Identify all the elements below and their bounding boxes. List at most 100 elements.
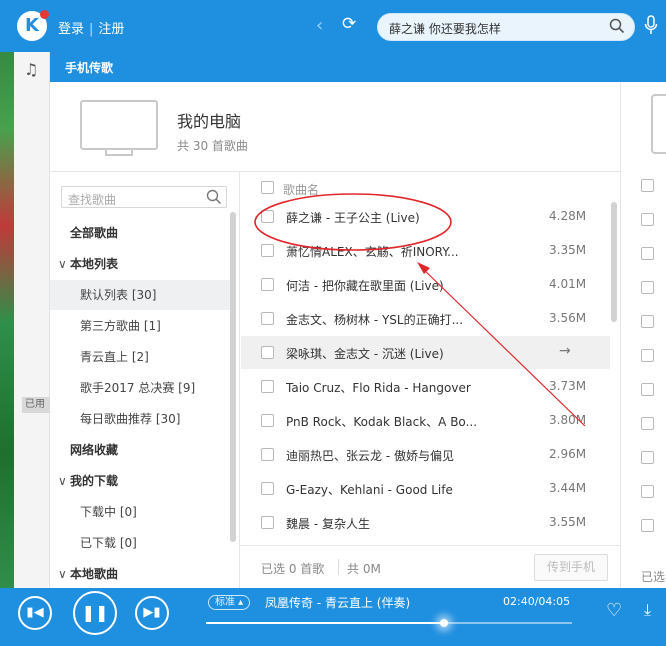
sidebar-item[interactable]: 青云直上 [2] xyxy=(50,342,230,372)
notification-dot xyxy=(40,10,49,19)
favorite-heart-icon[interactable]: ♡ xyxy=(606,600,622,621)
song-size: 4.01M xyxy=(549,277,587,291)
song-title: PnB Rock、Kodak Black、A Bo... xyxy=(286,415,478,429)
music-note-icon[interactable]: ♫ xyxy=(24,60,38,79)
song-checkbox[interactable] xyxy=(261,516,274,529)
playlist-sidebar: 查找歌曲 全部歌曲 ∨ 本地列表默认列表 [30] 第三方歌曲 [1] 青云直上 [2]… xyxy=(50,172,240,588)
sidebar-item[interactable]: 网络收藏 xyxy=(50,435,230,465)
song-row[interactable]: PnB Rock、Kodak Black、A Bo... 3.80M xyxy=(241,404,610,437)
chevron-down-icon[interactable]: ∨ xyxy=(58,249,70,279)
sidebar-scrollbar[interactable] xyxy=(230,212,236,542)
song-title: G-Eazy、Kehlani - Good Life xyxy=(286,483,453,497)
song-checkbox[interactable] xyxy=(261,448,274,461)
search-input[interactable]: 薛之谦 你还要我怎样 xyxy=(389,20,501,37)
register-link[interactable]: 注册 xyxy=(98,22,124,37)
song-list-footer: 已选 0 首歌 共 0M 传到手机 xyxy=(241,545,620,588)
sidebar-item-label: 已下载 [0] xyxy=(80,536,137,550)
progress-knob[interactable] xyxy=(439,619,448,627)
song-list: 歌曲名 薛之谦 - 王子公主 (Live) 4.28M 萧忆情ALEX、玄觞、祈IN… xyxy=(241,172,620,588)
sidebar-item-label: 全部歌曲 xyxy=(70,226,119,240)
title-bar: K 登录 | 注册 ‹ ⟳ 薛之谦 你还要我怎样 xyxy=(0,0,666,52)
song-checkbox[interactable] xyxy=(261,210,274,223)
sidebar-item[interactable]: ∨ 本地列表 xyxy=(50,249,230,279)
phone-song-checkbox[interactable] xyxy=(641,247,654,260)
phone-song-checkbox[interactable] xyxy=(641,383,654,396)
song-row[interactable]: 魏晨 - 复杂人生 3.55M xyxy=(241,506,610,539)
phone-song-checkbox[interactable] xyxy=(641,451,654,464)
song-row[interactable]: 迪丽热巴、张云龙 - 傲娇与偏见 2.96M xyxy=(241,438,610,471)
phone-song-checkbox[interactable] xyxy=(641,417,654,430)
sidebar-item-label: 歌手2017 总决赛 [9] xyxy=(80,381,196,395)
phone-song-checkbox[interactable] xyxy=(641,485,654,498)
separator xyxy=(338,559,339,575)
quality-selector[interactable]: 标准 ▴ xyxy=(208,595,251,610)
sidebar-item-label: 第三方歌曲 [1] xyxy=(80,319,161,333)
chevron-down-icon[interactable]: ∨ xyxy=(58,559,70,589)
song-checkbox[interactable] xyxy=(261,244,274,257)
sidebar-item-label: 默认列表 [30] xyxy=(80,288,157,302)
song-row[interactable]: 何洁 - 把你藏在歌里面 (Live) 4.01M xyxy=(241,268,610,301)
phone-song-checkbox[interactable] xyxy=(641,519,654,532)
sidebar-item[interactable]: 默认列表 [30] xyxy=(50,280,230,310)
song-row[interactable]: G-Eazy、Kehlani - Good Life 3.44M xyxy=(241,472,610,505)
song-checkbox[interactable] xyxy=(261,312,274,325)
total-size: 共 0M xyxy=(347,562,381,576)
sidebar-item[interactable]: 第三方歌曲 [1] xyxy=(50,311,230,341)
sidebar-item[interactable]: 每日歌曲推荐 [30] xyxy=(50,404,230,434)
song-checkbox[interactable] xyxy=(261,278,274,291)
back-arrow-icon[interactable]: ‹ xyxy=(316,15,323,36)
chevron-down-icon[interactable]: ∨ xyxy=(58,466,70,496)
song-checkbox[interactable] xyxy=(261,346,274,359)
sidebar-item-label: 网络收藏 xyxy=(70,443,119,457)
player-bar: ▮◀ ❚❚ ▶▮ 标准 ▴ 凤凰传奇 - 青云直上 (伴奏) 02:40/04:… xyxy=(0,588,666,646)
phone-song-checkbox[interactable] xyxy=(641,281,654,294)
song-size: 2.96M xyxy=(549,447,587,461)
song-checkbox[interactable] xyxy=(261,414,274,427)
phone-song-checkbox[interactable] xyxy=(641,315,654,328)
phone-song-checkbox[interactable] xyxy=(641,179,654,192)
sidebar-item[interactable]: ∨ 我的下载 xyxy=(50,466,230,496)
sidebar-item[interactable]: 歌手2017 总决赛 [9] xyxy=(50,373,230,403)
song-size: 3.44M xyxy=(549,481,587,495)
song-title: 迪丽热巴、张云龙 - 傲娇与偏见 xyxy=(286,449,454,463)
now-playing-title: 凤凰传奇 - 青云直上 (伴奏) xyxy=(265,596,411,610)
song-checkbox[interactable] xyxy=(261,482,274,495)
used-badge: 已用 xyxy=(22,397,50,413)
song-row[interactable]: Taio Cruz、Flo Rida - Hangover 3.73M xyxy=(241,370,610,403)
song-title: 何洁 - 把你藏在歌里面 (Live) xyxy=(286,279,444,293)
progress-track[interactable] xyxy=(206,619,572,627)
panel-title: 手机传歌 xyxy=(65,61,114,75)
refresh-icon[interactable]: ⟳ xyxy=(342,14,356,34)
pause-button[interactable]: ❚❚ xyxy=(73,591,117,635)
song-checkbox[interactable] xyxy=(261,380,274,393)
search-icon[interactable] xyxy=(206,189,222,205)
song-list-scrollbar[interactable] xyxy=(611,202,617,322)
song-size: 3.55M xyxy=(549,515,587,529)
sidebar-item[interactable]: 已下载 [0] xyxy=(50,528,230,558)
download-icon[interactable]: ⤓ xyxy=(644,600,651,620)
previous-track-button[interactable]: ▮◀ xyxy=(18,596,52,630)
song-row[interactable]: 薛之谦 - 王子公主 (Live) 4.28M xyxy=(241,200,610,233)
search-box[interactable]: 薛之谦 你还要我怎样 xyxy=(377,13,635,41)
login-link[interactable]: 登录 xyxy=(58,22,84,37)
select-all-checkbox[interactable] xyxy=(261,181,274,194)
song-row[interactable]: 萧忆情ALEX、玄觞、祈INORY... 3.35M xyxy=(241,234,610,267)
phone-song-checkbox[interactable] xyxy=(641,349,654,362)
phone-column-partial: 已选 xyxy=(620,82,666,588)
song-search-field[interactable]: 查找歌曲 xyxy=(61,186,227,208)
next-track-button[interactable]: ▶▮ xyxy=(135,596,169,630)
song-row[interactable]: 金志文、杨树林 - YSL的正确打... 3.56M xyxy=(241,302,610,335)
transfer-to-phone-button[interactable]: 传到手机 xyxy=(534,554,608,581)
song-title: 金志文、杨树林 - YSL的正确打... xyxy=(286,313,464,327)
transfer-arrow-icon[interactable]: → xyxy=(559,343,571,359)
phone-song-checkbox[interactable] xyxy=(641,213,654,226)
search-icon[interactable] xyxy=(609,18,625,34)
panel-header: 手机传歌 xyxy=(50,52,666,82)
song-row[interactable]: 梁咏琪、金志文 - 沉迷 (Live) → xyxy=(241,336,610,369)
sidebar-item[interactable]: 全部歌曲 xyxy=(50,218,230,248)
sidebar-item[interactable]: 下载中 [0] xyxy=(50,497,230,527)
sidebar-item[interactable]: ∨ 本地歌曲 xyxy=(50,559,230,589)
separator: | xyxy=(89,22,94,37)
monitor-stand xyxy=(105,150,133,156)
microphone-icon[interactable] xyxy=(644,15,658,35)
